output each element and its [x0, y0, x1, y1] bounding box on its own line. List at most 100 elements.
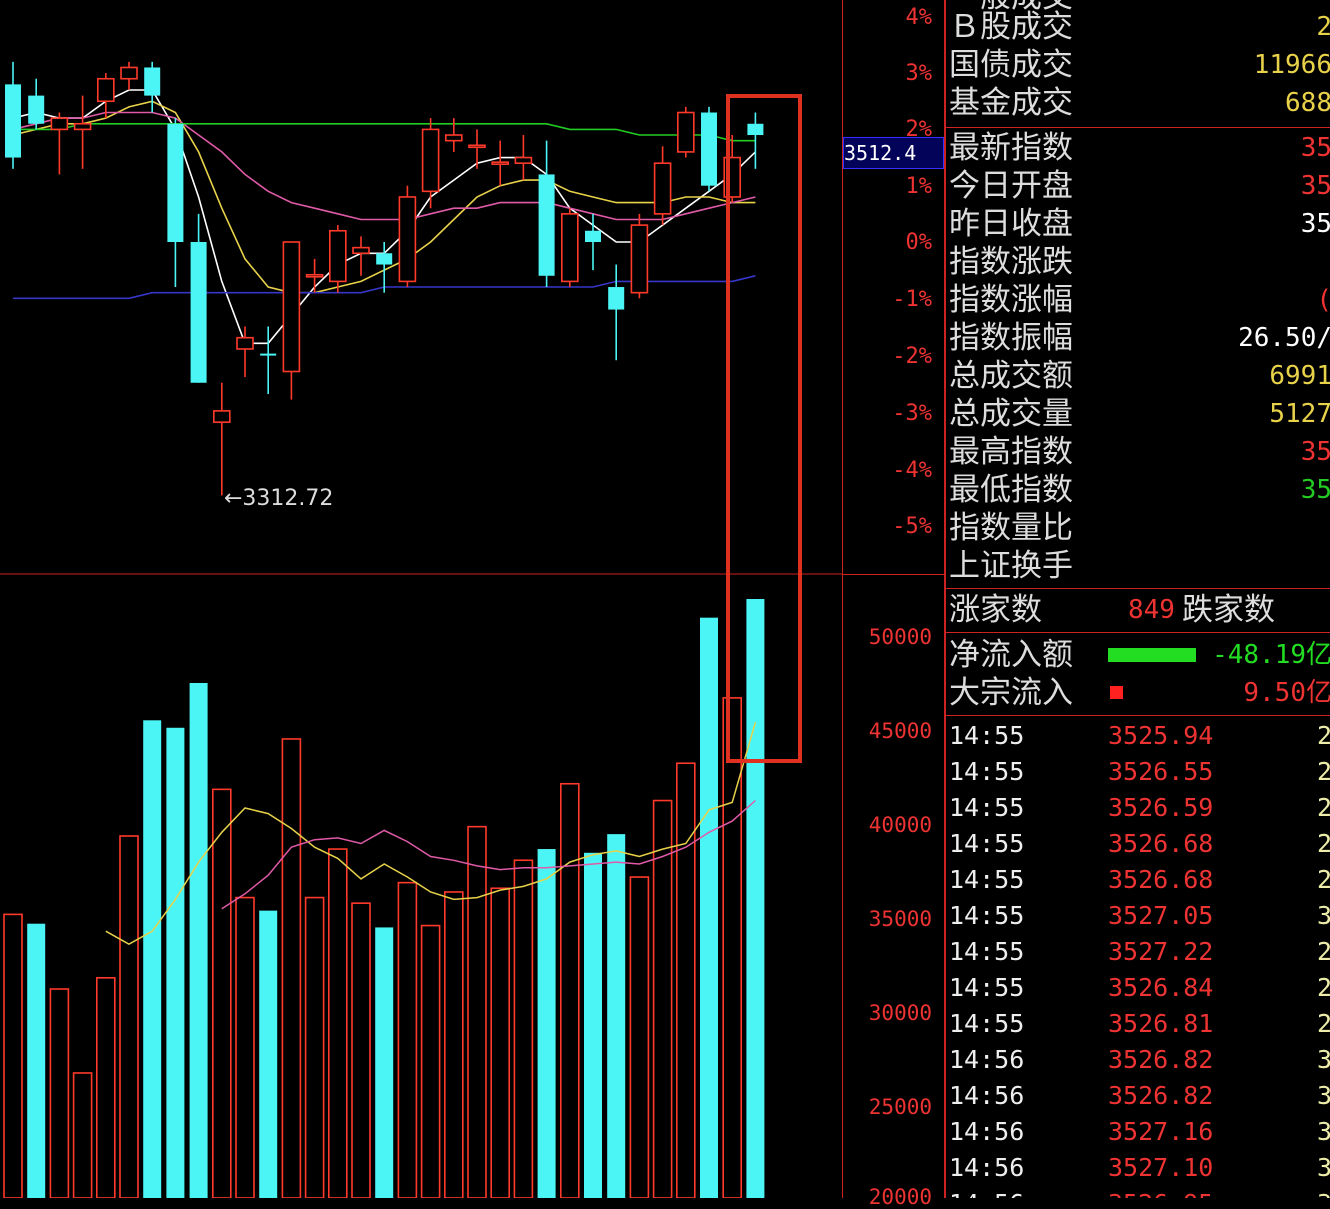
- candle-body: [538, 174, 555, 276]
- block-inflow-bar: [1110, 686, 1123, 699]
- tick-price: 3527.10: [1108, 1153, 1214, 1182]
- volume-tick-label: 30000: [868, 1001, 932, 1025]
- tick-row: 14:55 3525.94 2: [946, 718, 1330, 754]
- stat-label: 最新指数: [949, 130, 1073, 166]
- candle-body: [747, 123, 764, 136]
- tick-price: 3525.94: [1108, 721, 1214, 750]
- stat-row: 指数振幅 26.50/: [946, 319, 1330, 357]
- volume-bar: [420, 924, 441, 1198]
- tick-volume: 3: [1317, 1186, 1330, 1198]
- candle-body: [468, 144, 486, 149]
- candle-body: [5, 84, 21, 158]
- tick-price: 3527.05: [1108, 901, 1214, 930]
- volume-bar: [700, 617, 718, 1198]
- stat-label: 基金成交: [949, 85, 1073, 121]
- volume-bar: [467, 825, 487, 1198]
- tick-volume: 2: [1317, 862, 1330, 898]
- candle-body: [701, 112, 717, 186]
- candle-body: [50, 117, 69, 131]
- candle-body: [260, 353, 277, 356]
- tick-row: 14:55 3527.22 2: [946, 934, 1330, 970]
- stat-row: 指数涨幅 (: [946, 281, 1330, 319]
- candle-body: [608, 287, 625, 310]
- volume-bar: [49, 988, 70, 1198]
- volume-bar: [584, 852, 602, 1198]
- volume-bar: [559, 782, 580, 1198]
- tick-price: 3526.55: [1108, 757, 1214, 786]
- volume-bar: [3, 913, 23, 1198]
- panel-separator: [946, 127, 1330, 128]
- volume-bar: [675, 762, 696, 1198]
- block-inflow-label: 大宗流入: [949, 675, 1073, 711]
- volume-bar: [607, 834, 626, 1198]
- stat-row: 今日开盘 35: [946, 167, 1330, 205]
- stat-value: 26.50/: [1238, 323, 1330, 353]
- stat-row: 最高指数 35: [946, 433, 1330, 471]
- stat-row: 基金成交 688: [946, 84, 1330, 122]
- volume-bar: [397, 881, 418, 1198]
- tick-row: 14:55 3526.68 2: [946, 826, 1330, 862]
- pct-tick-label: 0%: [905, 230, 933, 255]
- stat-label: 最高指数: [949, 434, 1073, 470]
- volume-bar: [119, 835, 139, 1198]
- tick-row: 14:56 3526.82 3: [946, 1078, 1330, 1114]
- volume-bar: [746, 599, 765, 1198]
- tick-row: 14:55 3526.84 2: [946, 970, 1330, 1006]
- pct-tick-label: 3%: [905, 61, 933, 86]
- pct-tick-label: -4%: [892, 458, 932, 483]
- candle-body: [398, 196, 417, 283]
- stat-label: 今日开盘: [949, 168, 1073, 204]
- stat-value: 35: [1300, 171, 1330, 201]
- moving-average-line: [12, 111, 756, 221]
- moving-average-line: [12, 89, 756, 345]
- volume-bar: [189, 682, 208, 1198]
- stat-row: 指数涨跌: [946, 243, 1330, 281]
- volume-bar: [443, 891, 464, 1198]
- tick-price: 3526.82: [1108, 1045, 1214, 1074]
- tick-volume: 2: [1317, 790, 1330, 826]
- tick-volume: 3: [1317, 1150, 1330, 1186]
- volume-bar: [537, 849, 556, 1198]
- block-inflow-row: 大宗流入 9.50亿: [946, 674, 1330, 712]
- breadth-row: 涨家数 849 跌家数: [946, 591, 1330, 629]
- candle-body: [491, 161, 510, 165]
- candle-body: [97, 77, 115, 103]
- block-inflow-value: 9.50亿: [1243, 678, 1330, 708]
- tick-time: 14:55: [949, 901, 1025, 930]
- volume-bar: [27, 923, 46, 1198]
- tick-row: 14:55 3526.68 2: [946, 862, 1330, 898]
- candle-body: [282, 241, 301, 373]
- candle-body: [421, 128, 440, 193]
- tick-price: 3526.68: [1108, 865, 1214, 894]
- tick-volume: 2: [1317, 934, 1330, 970]
- net-inflow-row: 净流入额 -48.19亿: [946, 636, 1330, 674]
- pct-tick-label: -1%: [892, 287, 932, 312]
- candle-body: [305, 273, 324, 278]
- candle-body: [167, 123, 184, 242]
- tick-price: 3527.16: [1108, 1117, 1214, 1146]
- stat-value: 5127: [1269, 399, 1330, 429]
- axis-divider: [842, 0, 843, 1198]
- candle-body: [376, 253, 393, 265]
- stat-label: 指数涨幅: [949, 282, 1073, 318]
- stat-row: 总成交额 6991: [946, 357, 1330, 395]
- volume-bar: [722, 697, 743, 1198]
- volume-bar: [629, 876, 650, 1198]
- net-inflow-value: -48.19亿: [1212, 640, 1330, 670]
- candle-body: [144, 67, 161, 96]
- tick-row: 14:55 3526.81 2: [946, 1006, 1330, 1042]
- tick-time: 14:55: [949, 937, 1025, 966]
- tick-row: 14:56 3526.82 3: [946, 1042, 1330, 1078]
- volume-tick-label: 20000: [868, 1185, 932, 1209]
- tick-volume: 2: [1317, 754, 1330, 790]
- tick-volume: 3: [1317, 898, 1330, 934]
- tick-volume: 3: [1317, 1114, 1330, 1150]
- tick-volume: 2: [1317, 826, 1330, 862]
- tick-volume: 3: [1317, 1078, 1330, 1114]
- tick-price: 3526.68: [1108, 829, 1214, 858]
- stat-label: 上证换手: [949, 548, 1073, 584]
- tick-row: 14:56 3527.16 3: [946, 1114, 1330, 1150]
- tick-price: 3527.22: [1108, 937, 1214, 966]
- candle-body: [213, 410, 231, 423]
- down-count-label: 跌家数: [1182, 592, 1275, 628]
